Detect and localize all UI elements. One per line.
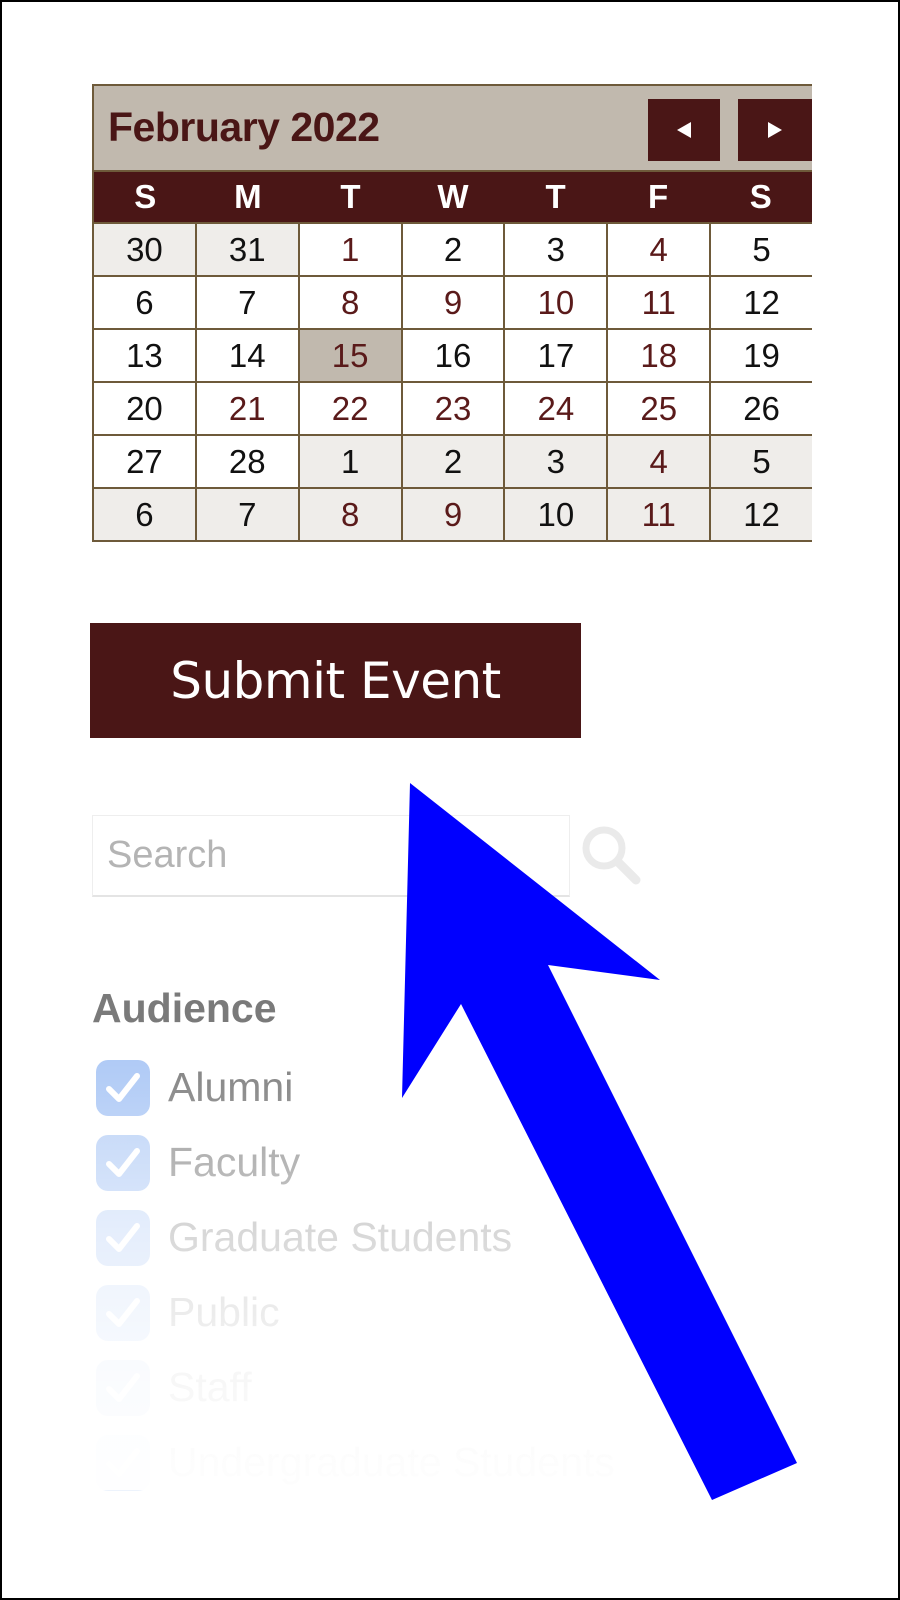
weekday-label: T: [545, 178, 566, 215]
calendar-day[interactable]: 12: [711, 489, 812, 540]
calendar-day[interactable]: 24: [505, 383, 607, 434]
triangle-left-icon: [677, 122, 691, 138]
calendar-day[interactable]: 2: [402, 224, 504, 275]
calendar-day[interactable]: 21: [196, 383, 298, 434]
weekday-label: S: [134, 178, 157, 215]
calendar-day[interactable]: 16: [402, 330, 504, 381]
calendar-day[interactable]: 10: [505, 489, 607, 540]
calendar-day[interactable]: 27: [94, 436, 195, 487]
calendar-day[interactable]: 4: [608, 224, 710, 275]
calendar-day[interactable]: 9: [402, 489, 504, 540]
calendar-header: February 2022: [94, 86, 812, 172]
calendar-day[interactable]: 13: [94, 330, 195, 381]
calendar-day[interactable]: 1: [299, 224, 401, 275]
submit-event-button[interactable]: Submit Event: [90, 623, 581, 738]
calendar-day[interactable]: 3: [505, 224, 607, 275]
checkbox-checked-icon[interactable]: [96, 1359, 150, 1416]
calendar-day[interactable]: 23: [402, 383, 504, 434]
checkbox-checked-icon[interactable]: [96, 1284, 150, 1341]
previous-month-button[interactable]: [648, 99, 720, 161]
audience-option-label: Undergraduate Students: [168, 1439, 615, 1485]
calendar-month-title: February 2022: [108, 104, 380, 150]
checkbox-checked-icon[interactable]: [96, 1059, 150, 1116]
audience-option-label: Graduate Students: [168, 1214, 513, 1260]
weekday-label: T: [340, 178, 361, 215]
audience-filter: Audience Alumni Faculty Graduate Students P…: [92, 985, 615, 1500]
calendar-day-grid: 30 31 1 2 3 4 5 6 7 8 9 10 11 12 13 14 15 16 17 18 19 20 21 22 2…: [94, 222, 812, 540]
calendar-day[interactable]: 18: [608, 330, 710, 381]
audience-option[interactable]: Alumni: [92, 1050, 615, 1125]
calendar-day[interactable]: 1: [299, 436, 401, 487]
calendar-day[interactable]: 28: [196, 436, 298, 487]
search-input[interactable]: [92, 815, 570, 897]
calendar-day[interactable]: 5: [711, 436, 812, 487]
mini-calendar: February 2022 S M T W T F S 30 31 1 2 3 4 5 6 7 8…: [92, 84, 812, 542]
weekday-label: M: [234, 178, 262, 215]
calendar-day[interactable]: 9: [402, 277, 504, 328]
calendar-day[interactable]: 11: [608, 277, 710, 328]
calendar-day[interactable]: 7: [196, 489, 298, 540]
search-form: [92, 815, 641, 897]
weekday-label: W: [437, 178, 469, 215]
calendar-day[interactable]: 3: [505, 436, 607, 487]
calendar-day[interactable]: 12: [711, 277, 812, 328]
audience-option[interactable]: Faculty: [92, 1125, 615, 1200]
calendar-day[interactable]: 10: [505, 277, 607, 328]
weekday-header-row: S M T W T F S: [94, 172, 812, 222]
audience-option-label: Public: [168, 1289, 280, 1335]
checkbox-checked-icon[interactable]: [96, 1434, 150, 1491]
calendar-day[interactable]: 14: [196, 330, 298, 381]
calendar-day[interactable]: 17: [505, 330, 607, 381]
checkbox-checked-icon[interactable]: [96, 1134, 150, 1191]
calendar-day[interactable]: 8: [299, 489, 401, 540]
audience-option[interactable]: Staff: [92, 1350, 615, 1425]
calendar-day[interactable]: 20: [94, 383, 195, 434]
calendar-day[interactable]: 26: [711, 383, 812, 434]
audience-option-label: Faculty: [168, 1139, 301, 1185]
audience-option[interactable]: Undergraduate Students: [92, 1425, 615, 1500]
calendar-day[interactable]: 25: [608, 383, 710, 434]
calendar-day[interactable]: 11: [608, 489, 710, 540]
audience-list: Alumni Faculty Graduate Students Public Staf…: [92, 1050, 615, 1500]
calendar-day[interactable]: 6: [94, 277, 195, 328]
audience-option[interactable]: Public: [92, 1275, 615, 1350]
calendar-day[interactable]: 5: [711, 224, 812, 275]
weekday-label: F: [648, 178, 669, 215]
checkbox-checked-icon[interactable]: [96, 1209, 150, 1266]
calendar-day[interactable]: 7: [196, 277, 298, 328]
audience-option-label: Staff: [168, 1364, 252, 1410]
calendar-day[interactable]: 4: [608, 436, 710, 487]
weekday-label: S: [749, 178, 772, 215]
audience-heading: Audience: [92, 985, 277, 1031]
audience-option[interactable]: Graduate Students: [92, 1200, 615, 1275]
calendar-day[interactable]: 30: [94, 224, 195, 275]
next-month-button[interactable]: [738, 99, 812, 161]
magnifier-icon[interactable]: [576, 820, 646, 890]
calendar-day[interactable]: 19: [711, 330, 812, 381]
audience-option-label: Alumni: [168, 1064, 294, 1110]
calendar-day[interactable]: 6: [94, 489, 195, 540]
triangle-right-icon: [768, 122, 782, 138]
calendar-day-today[interactable]: 15: [299, 330, 401, 381]
calendar-day[interactable]: 8: [299, 277, 401, 328]
calendar-day[interactable]: 31: [196, 224, 298, 275]
calendar-day[interactable]: 2: [402, 436, 504, 487]
calendar-day[interactable]: 22: [299, 383, 401, 434]
